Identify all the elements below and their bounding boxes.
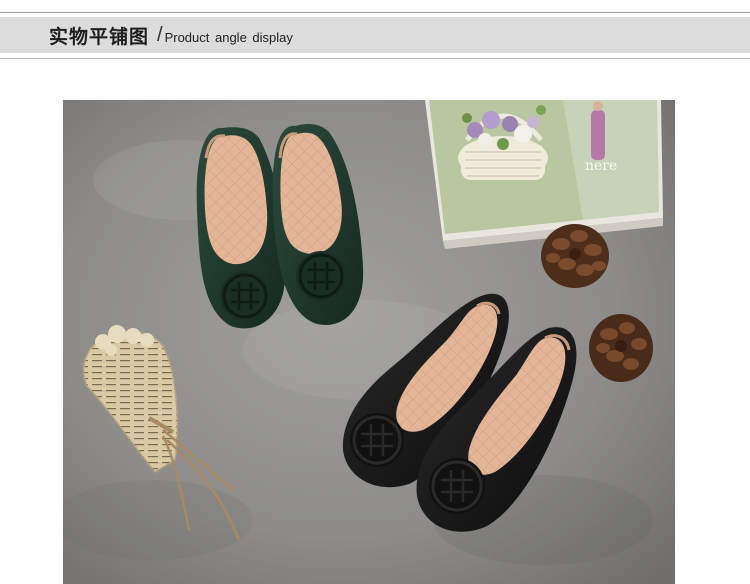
pinecone-bottom	[589, 314, 653, 382]
title-separator: /	[157, 23, 163, 46]
green-shoe-pair	[196, 124, 364, 329]
section-title: 实物平铺图 / Product angle display	[49, 20, 293, 50]
section-title-cn: 实物平铺图	[49, 25, 150, 48]
book-prop: nere	[425, 100, 663, 249]
header-divider-top	[0, 12, 750, 13]
product-detail-section: 实物平铺图 / Product angle display nere	[0, 0, 750, 584]
section-title-en: Product angle display	[164, 29, 293, 45]
book-cover-text: nere	[585, 158, 617, 174]
pinecone-top	[541, 224, 609, 288]
header-divider-bottom	[0, 58, 750, 59]
product-photo: nere	[63, 100, 675, 584]
